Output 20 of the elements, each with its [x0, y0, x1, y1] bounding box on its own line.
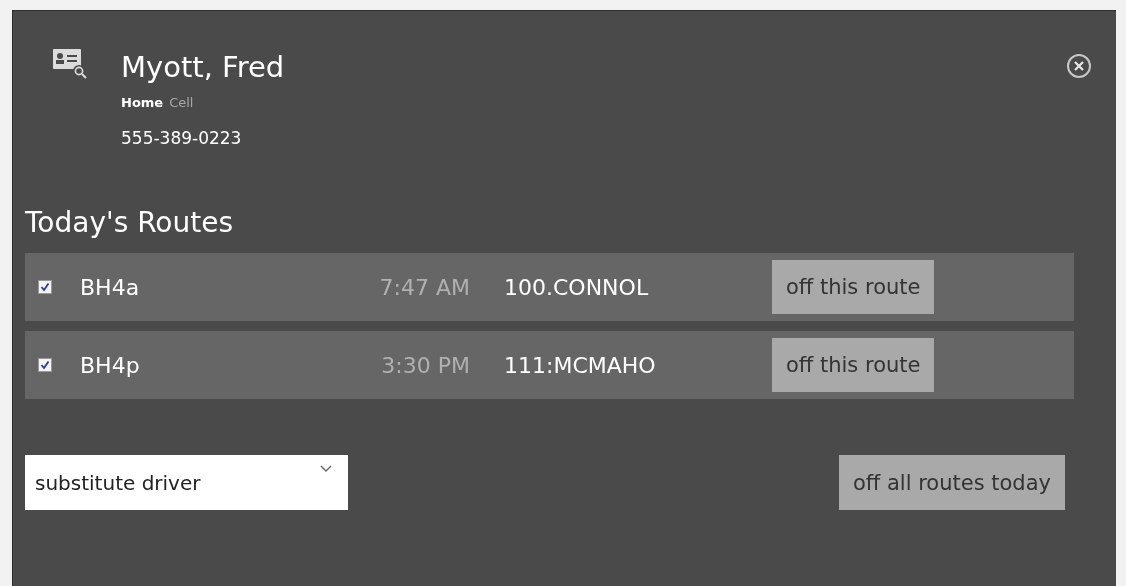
route-stop: 100.CONNOL [504, 274, 650, 300]
reason-dropdown[interactable]: substitute driver [25, 455, 348, 510]
route-time: 3:30 PM [380, 352, 470, 378]
chevron-icon [320, 465, 332, 473]
route-name: BH4p [80, 352, 141, 378]
close-button[interactable] [1064, 51, 1094, 81]
contact-name: Myott, Fred [121, 49, 285, 86]
route-checkbox[interactable] [38, 358, 52, 372]
route-stop: 111:MCMAHO [504, 352, 657, 378]
route-name: BH4a [80, 274, 141, 300]
section-title: Today's Routes [25, 206, 235, 239]
phone-number: 555-389-0223 [121, 128, 243, 148]
contact-search-icon [53, 49, 89, 79]
phone-type-tab[interactable]: Cell [169, 95, 194, 110]
off-route-button[interactable]: off this route [772, 338, 935, 392]
off-route-button[interactable]: off this route [772, 260, 935, 314]
off-all-routes-button[interactable]: off all routes today [839, 455, 1065, 510]
phone-type-tab[interactable]: Home [121, 95, 164, 110]
route-time: 7:47 AM [378, 274, 470, 300]
route-checkbox[interactable] [38, 280, 52, 294]
